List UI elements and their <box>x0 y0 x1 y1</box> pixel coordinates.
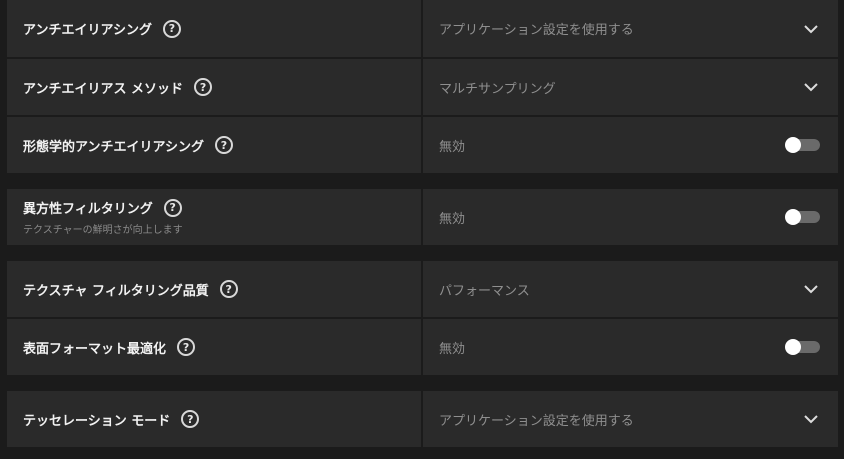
setting-label: 形態学的アンチエイリアシング <box>23 139 204 155</box>
setting-label-cell: アンチエイリアシング ? <box>7 0 423 57</box>
setting-description: テクスチャーの鮮明さが向上します <box>23 225 183 236</box>
tessellation-mode-dropdown[interactable]: アプリケーション設定を使用する <box>423 391 838 447</box>
dropdown-value: アプリケーション設定を使用する <box>439 23 634 38</box>
help-icon[interactable]: ? <box>177 338 196 356</box>
help-icon[interactable]: ? <box>162 19 181 38</box>
setting-label-cell: テッセレーション モード ? <box>7 391 423 447</box>
setting-label: テッセレーション モード <box>23 413 171 429</box>
setting-label-cell: 形態学的アンチエイリアシング ? <box>7 117 423 173</box>
toggle-state-label: 無効 <box>439 211 466 227</box>
setting-label-cell: テクスチャ フィルタリング品質 ? <box>7 261 423 317</box>
setting-label: アンチエイリアシング <box>23 23 152 38</box>
antialiasing-method-dropdown[interactable]: マルチサンプリング <box>423 59 838 115</box>
antialiasing-dropdown[interactable]: アプリケーション設定を使用する <box>423 0 838 57</box>
setting-label-cell: 表面フォーマット最適化 ? <box>7 319 423 375</box>
setting-label: アンチエイリアス メソッド <box>23 81 184 97</box>
help-icon[interactable]: ? <box>163 198 182 217</box>
dropdown-value: マルチサンプリング <box>439 81 556 97</box>
label-line: 形態学的アンチエイリアシング ? <box>23 136 421 155</box>
setting-label-cell: 異方性フィルタリング ? テクスチャーの鮮明さが向上します <box>7 189 423 245</box>
setting-row-antialiasing-method: アンチエイリアス メソッド ? マルチサンプリング <box>7 59 838 115</box>
morphological-aa-toggle[interactable] <box>785 137 820 153</box>
chevron-down-icon <box>804 285 818 294</box>
setting-row-tessellation-mode: テッセレーション モード ? アプリケーション設定を使用する <box>7 391 838 447</box>
chevron-down-icon <box>804 83 818 92</box>
anisotropic-filtering-toggle[interactable] <box>785 209 820 225</box>
help-icon[interactable]: ? <box>214 136 233 154</box>
label-line: アンチエイリアシング ? <box>23 19 421 38</box>
texture-filtering-quality-dropdown[interactable]: パフォーマンス <box>423 261 838 317</box>
setting-row-texture-filtering-quality: テクスチャ フィルタリング品質 ? パフォーマンス <box>7 261 838 317</box>
setting-row-morphological-aa: 形態学的アンチエイリアシング ? 無効 <box>7 117 838 173</box>
setting-value-cell: 無効 <box>423 189 838 245</box>
setting-label-cell: アンチエイリアス メソッド ? <box>7 59 423 115</box>
setting-label: テクスチャ フィルタリング品質 <box>23 283 209 299</box>
toggle-state-label: 無効 <box>439 341 466 357</box>
dropdown-value: パフォーマンス <box>439 283 530 299</box>
setting-row-antialiasing: アンチエイリアシング ? アプリケーション設定を使用する <box>7 0 838 57</box>
label-line: テッセレーション モード ? <box>23 410 421 429</box>
help-icon[interactable]: ? <box>219 280 238 298</box>
setting-label: 異方性フィルタリング <box>23 202 153 217</box>
label-line: アンチエイリアス メソッド ? <box>23 78 421 97</box>
setting-value-cell: 無効 <box>423 319 838 375</box>
setting-value-cell: 無効 <box>423 117 838 173</box>
chevron-down-icon <box>804 24 818 33</box>
setting-row-anisotropic-filtering: 異方性フィルタリング ? テクスチャーの鮮明さが向上します 無効 <box>7 189 838 245</box>
help-icon[interactable]: ? <box>194 78 213 96</box>
surface-format-optimization-toggle[interactable] <box>785 339 820 355</box>
help-icon[interactable]: ? <box>181 410 200 428</box>
dropdown-value: アプリケーション設定を使用する <box>439 413 634 429</box>
toggle-state-label: 無効 <box>439 139 466 155</box>
label-line: 表面フォーマット最適化 ? <box>23 338 421 357</box>
label-line: 異方性フィルタリング ? <box>23 198 421 217</box>
chevron-down-icon <box>804 415 818 424</box>
setting-row-surface-format-optimization: 表面フォーマット最適化 ? 無効 <box>7 319 838 375</box>
label-line: テクスチャ フィルタリング品質 ? <box>23 280 421 299</box>
setting-label: 表面フォーマット最適化 <box>23 341 167 357</box>
